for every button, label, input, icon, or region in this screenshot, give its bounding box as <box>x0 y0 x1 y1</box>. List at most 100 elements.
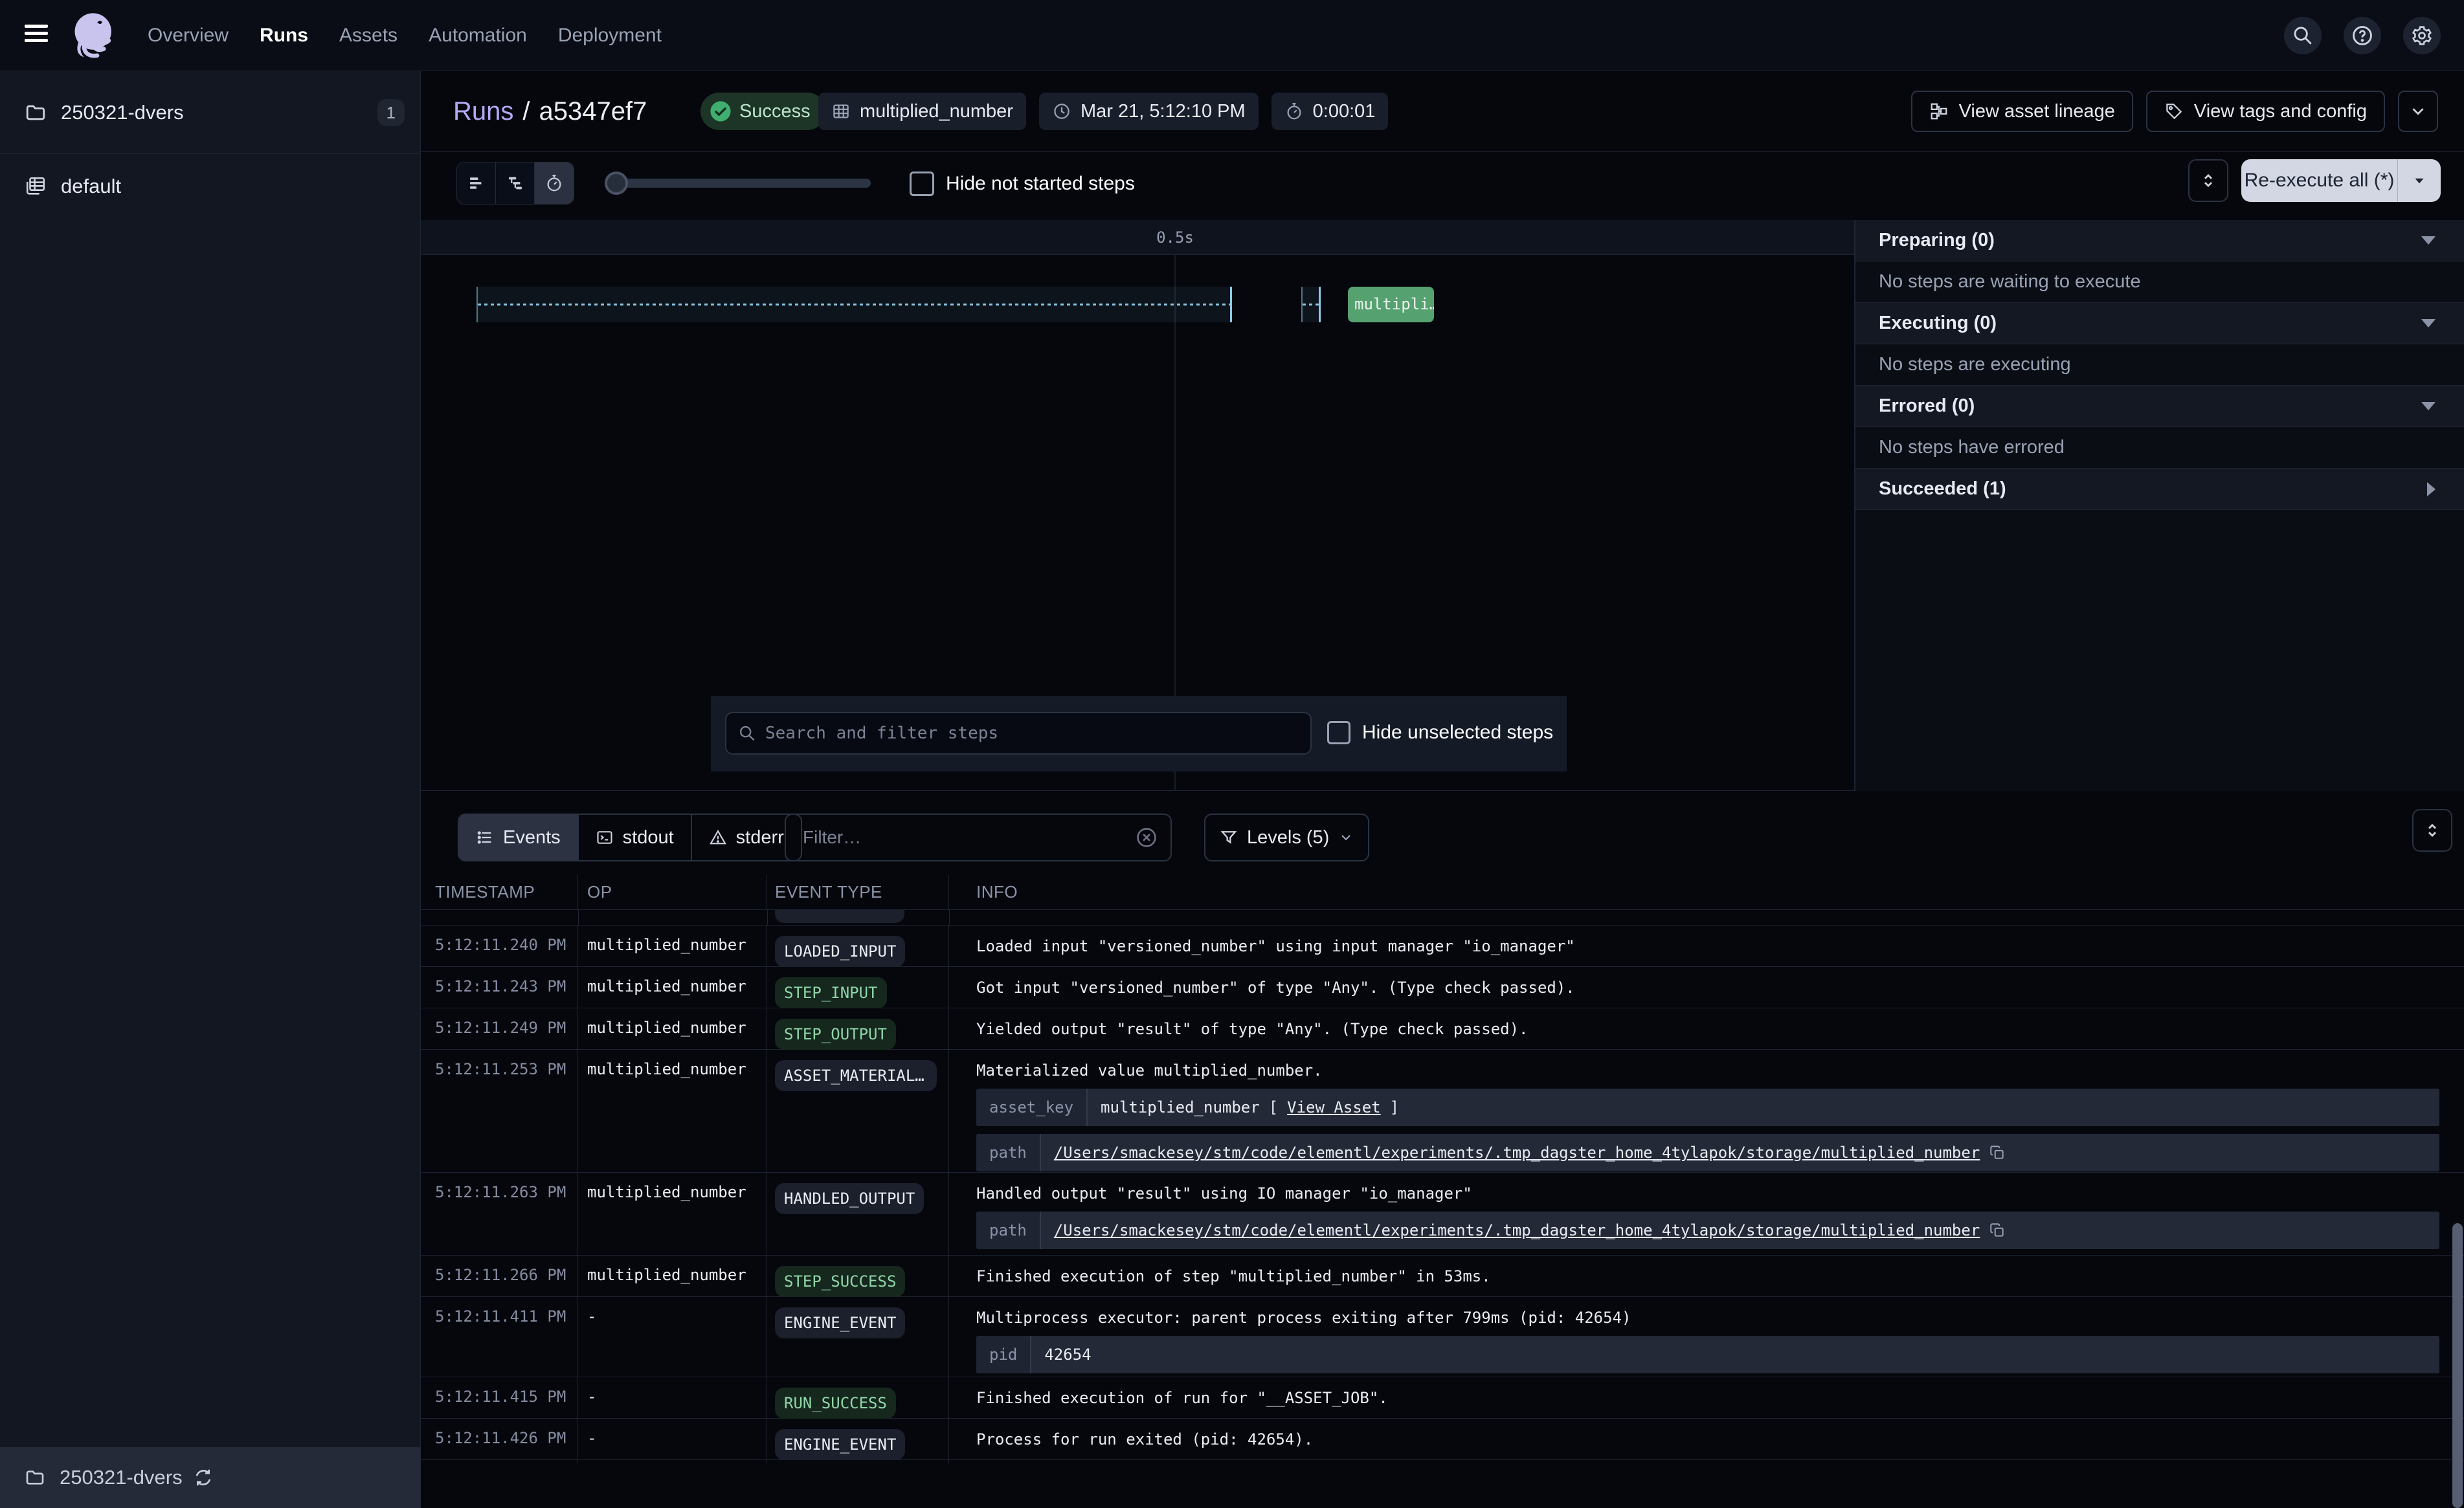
help-icon <box>2351 25 2373 47</box>
help-button[interactable] <box>2344 17 2381 54</box>
event-timestamp: 5:12:11.249 PM <box>421 1008 578 1053</box>
list-icon <box>476 828 494 847</box>
event-rows: 5:12:11.240 PMmultiplied_numberLOADED_IN… <box>421 926 2464 1460</box>
metadata-text: multiplied_number <box>1101 1098 1260 1116</box>
bracket: ] <box>1390 1098 1399 1116</box>
gantt-timeline: 0.5s multipli… Hide unselected steps <box>421 220 1854 791</box>
event-type-cell: STEP_INPUT <box>767 967 949 1012</box>
event-type-badge: STEP_INPUT <box>775 977 887 1008</box>
event-timestamp: 5:12:11.266 PM <box>421 1256 578 1300</box>
events-expand-button[interactable] <box>2412 809 2452 852</box>
topnav-actions <box>2284 0 2441 71</box>
log-filter-box <box>785 814 1172 861</box>
run-tag-label: Mar 21, 5:12:10 PM <box>1081 101 1246 122</box>
event-op: - <box>578 1419 767 1463</box>
hide-unselected-checkbox[interactable] <box>1327 721 1350 744</box>
sidebar-item-repo[interactable]: 250321-dvers 1 <box>0 71 420 153</box>
asset-grid-icon <box>831 102 851 121</box>
nav-item-deployment[interactable]: Deployment <box>558 25 662 47</box>
dagster-logo-icon[interactable] <box>67 9 120 62</box>
event-op: multiplied_number <box>578 1256 767 1300</box>
search-button[interactable] <box>2284 17 2322 54</box>
log-filter-input[interactable] <box>803 827 1126 848</box>
view-tags-config-button[interactable]: View tags and config <box>2146 91 2385 132</box>
check-circle-icon <box>710 100 732 122</box>
refresh-icon[interactable] <box>193 1467 214 1488</box>
event-type-badge: HANDLED_OUTPUT <box>775 1183 924 1214</box>
panel-section-body: No steps are executing <box>1855 344 2464 386</box>
gantt-step-bar-multiplied-number[interactable]: multipli… <box>1348 287 1434 322</box>
path-link[interactable]: /Users/smackesey/stm/code/elementl/exper… <box>1054 1221 1980 1239</box>
log-tabs: Eventsstdoutstderr <box>458 814 802 861</box>
sidebar-item-default-group[interactable]: default <box>0 154 420 219</box>
event-row: 5:12:11.415 PM-RUN_SUCCESSFinished execu… <box>421 1377 2464 1419</box>
zoom-slider-track[interactable] <box>605 179 871 188</box>
path-link[interactable]: /Users/smackesey/stm/code/elementl/exper… <box>1054 1144 1980 1162</box>
panel-section-0-header[interactable]: Preparing (0) <box>1855 220 2464 261</box>
sidebar-footer-repo[interactable]: 250321-dvers <box>0 1447 421 1508</box>
reexecute-dropdown-button[interactable] <box>2398 159 2441 202</box>
gantt-toolbar: Hide not started steps Re-execute all (*… <box>421 152 2464 220</box>
lineage-icon <box>1929 102 1949 121</box>
metadata-text: 42654 <box>1044 1346 1091 1364</box>
metadata-key: pid <box>976 1336 1031 1373</box>
event-timestamp: 5:12:11.411 PM <box>421 1297 578 1377</box>
levels-label: Levels (5) <box>1247 827 1329 848</box>
event-op: multiplied_number <box>578 967 767 1012</box>
event-info-cell: Got input "versioned_number" of type "An… <box>949 967 2464 1012</box>
step-search-input[interactable] <box>765 724 1299 743</box>
zoom-slider-handle[interactable] <box>605 172 628 195</box>
repo-name: 250321-dvers <box>61 101 377 124</box>
expand-vertical-icon <box>2423 821 2442 840</box>
tab-stdout[interactable]: stdout <box>579 815 692 860</box>
copy-icon[interactable] <box>1989 1222 2006 1239</box>
event-info-text: Materialized value multiplied_number. <box>976 1060 2439 1081</box>
event-info-cell: Materialized value multiplied_number.ass… <box>949 1050 2464 1172</box>
panel-section-label: Preparing (0) <box>1879 230 2421 251</box>
tab-events[interactable]: Events <box>459 815 579 860</box>
hide-not-started-checkbox[interactable] <box>910 172 934 196</box>
view-asset-lineage-button[interactable]: View asset lineage <box>1911 91 2133 132</box>
triangle-down-icon <box>2421 402 2436 410</box>
copy-icon[interactable] <box>1989 1144 2006 1161</box>
panel-section-label: Succeeded (1) <box>1879 478 2427 500</box>
folder-icon <box>25 102 47 124</box>
search-icon <box>2292 25 2314 47</box>
nav-item-overview[interactable]: Overview <box>148 25 229 47</box>
waterfall-icon <box>506 173 525 193</box>
view-mode-waterfall-button[interactable] <box>496 162 535 204</box>
nav-item-automation[interactable]: Automation <box>429 25 527 47</box>
view-mode-timed-button[interactable] <box>535 162 574 204</box>
reexecute-all-button[interactable]: Re-execute all (*) <box>2241 159 2398 202</box>
event-row: 5:12:11.243 PMmultiplied_numberSTEP_INPU… <box>421 967 2464 1008</box>
event-info-text: Finished execution of run for "__ASSET_J… <box>976 1388 2439 1408</box>
panel-section-3-header[interactable]: Succeeded (1) <box>1855 469 2464 510</box>
clear-filter-icon[interactable] <box>1136 826 1158 848</box>
col-event-type: EVENT TYPE <box>767 875 949 909</box>
asset-group-name: default <box>61 175 405 198</box>
breadcrumb-runs-link[interactable]: Runs <box>453 97 513 126</box>
events-scrollbar-thumb[interactable] <box>2452 1223 2463 1508</box>
nav-item-runs[interactable]: Runs <box>260 25 308 47</box>
gantt-expand-button[interactable] <box>2188 159 2228 202</box>
hide-unselected-label: Hide unselected steps <box>1362 722 1553 744</box>
panel-section-1-header[interactable]: Executing (0) <box>1855 303 2464 344</box>
settings-button[interactable] <box>2403 17 2441 54</box>
tab-label: Events <box>503 827 561 848</box>
nav-item-assets[interactable]: Assets <box>339 25 398 47</box>
hide-unselected-control: Hide unselected steps <box>1327 721 1553 744</box>
chevron-down-icon <box>1338 830 1354 845</box>
run-header-more-button[interactable] <box>2398 91 2438 132</box>
levels-dropdown[interactable]: Levels (5) <box>1204 814 1369 861</box>
event-type-badge: STEP_OUTPUT <box>775 1019 896 1050</box>
panel-section-body: No steps are waiting to execute <box>1855 261 2464 303</box>
chevron-down-icon <box>2408 102 2428 121</box>
view-mode-flat-button[interactable] <box>457 162 496 204</box>
view-asset-link[interactable]: View Asset <box>1287 1098 1381 1116</box>
hamburger-menu-icon[interactable] <box>25 25 50 47</box>
event-info-text: Finished execution of step "multiplied_n… <box>976 1266 2439 1287</box>
panel-section-2-header[interactable]: Errored (0) <box>1855 386 2464 427</box>
tab-label: stdout <box>623 827 674 848</box>
event-table-header: TIMESTAMP OP EVENT TYPE INFO <box>421 875 2464 910</box>
event-op: multiplied_number <box>578 926 767 970</box>
